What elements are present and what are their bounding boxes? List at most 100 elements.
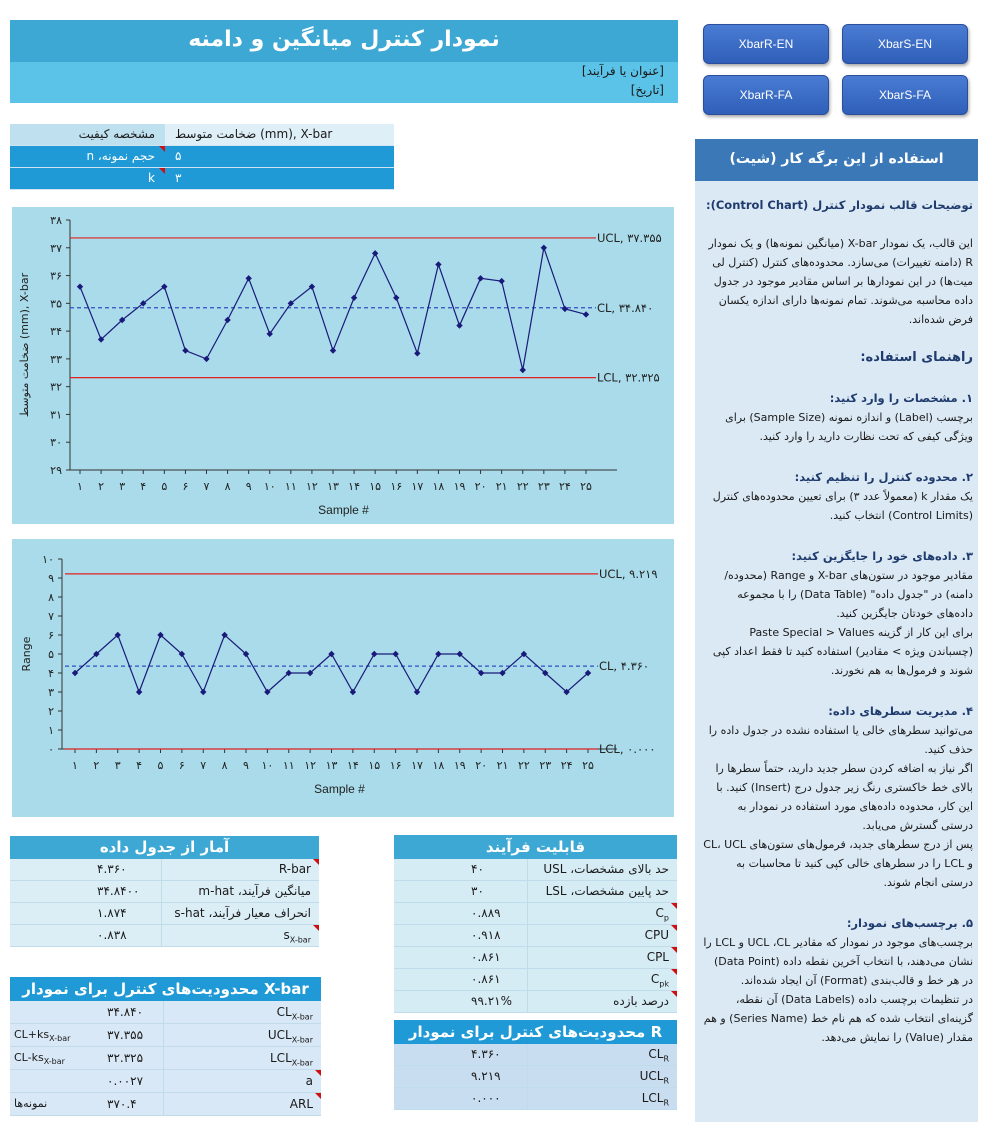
table-row: درصد بازده ۹۹.۲۱%	[394, 991, 677, 1013]
step-title: ۴. مدیریت سطرهای داده:	[828, 704, 973, 718]
y-tick-label: ۲	[48, 705, 54, 718]
data-point[interactable]	[203, 355, 210, 363]
x-tick-label: ۱۱	[283, 759, 295, 772]
y-tick-label: ۱۰	[42, 553, 54, 566]
row-value: ۰.۸۶۱	[471, 972, 501, 986]
data-point[interactable]	[540, 244, 548, 251]
data-point[interactable]	[76, 283, 84, 290]
data-point[interactable]	[182, 347, 189, 354]
xbarr-en-button[interactable]: XbarR-EN	[703, 24, 829, 64]
row-label-sub: X-bar	[291, 1035, 313, 1045]
row-label: CLR	[527, 1044, 677, 1065]
cl-label: CL, ۳۴.۸۴۰	[597, 301, 653, 315]
sample-size-input[interactable]: ۵	[165, 146, 394, 167]
y-tick-label: ۱	[48, 724, 54, 737]
xbars-fa-button[interactable]: XbarS-FA	[842, 75, 968, 115]
data-point[interactable]	[245, 275, 252, 282]
cl-label: CL, ۴.۳۶۰	[599, 659, 649, 673]
row-spacer	[394, 1044, 457, 1065]
x-tick-label: ۱۷	[411, 480, 423, 493]
range-chart-svg: ۰۱۲۳۴۵۶۷۸۹۱۰۱ ۲ ۳ ۴ ۵ ۶ ۷ ۸ ۹ ۱۰ ۱۱ ۱۲ ۱۳ ۱۴ ۱۵ ۱۶ ۱۷ ۱۸ ۱…	[20, 553, 658, 796]
data-point[interactable]	[414, 350, 421, 357]
x-tick-label: ۳	[115, 759, 121, 772]
spec-table: مشخصه کیفیت ضخامت متوسط (mm), X-bar حجم …	[10, 124, 394, 190]
row-spacer	[394, 903, 457, 924]
x-tick-label: ۱۴	[348, 480, 360, 493]
row-label: R-bar	[161, 859, 319, 880]
table-row: LCLR ۰.۰۰۰	[394, 1088, 677, 1110]
xbar-chart[interactable]: ۲۹ ۳۰ ۳۱ ۳۲ ۳۳ ۳۴ ۳۵ ۳۶ ۳۷ ۳۸ ۱ ۲ ۳ ۴ ۵ ۶ ۷ ۸ ۹ ۱۰ ۱۱ ۱۲ ۱۳ ۱۴ ۱…	[12, 207, 674, 524]
lcl-label: LCL, ۰.۰۰۰	[599, 742, 656, 756]
spec-row-k: k ۳	[10, 168, 394, 190]
x-tick-label: ۹	[243, 759, 249, 772]
row-value: ۳۷.۳۵۵	[107, 1028, 144, 1042]
row-note: نمونه‌ها	[10, 1093, 93, 1115]
row-value: ۰.۰۰۲۷	[107, 1074, 144, 1088]
data-point[interactable]	[349, 688, 357, 696]
data-point[interactable]	[435, 261, 442, 268]
data-point[interactable]	[393, 294, 400, 301]
row-value: ۳۷۰.۴	[107, 1097, 137, 1111]
data-point[interactable]	[456, 322, 463, 329]
x-tick-label: ۲۲	[518, 759, 530, 772]
range-chart[interactable]: ۰ ۱ ۲ ۳ ۴ ۵ ۶ ۷ ۸ ۹ ۱۰ ۱ ۲ ۳ ۴ ۵ ۶ ۷ ۸ ۹ ۱۰ ۱۱ ۱۲ ۱۳ ۱۴ ۱۵ ۱۶ ۱۷ ۱۸ ۱…	[12, 539, 674, 817]
xbar-chart-svg: ۲۹۳۰۳۱۳۲۳۳۳۴۳۵۳۶۳۷۳۸۱ ۲ ۳ ۴ ۵ ۶ ۷ ۸ ۹ ۱۰ ۱۱ ۱۲ ۱۳ ۱۴ ۱…	[18, 214, 662, 517]
y-tick-label: ۹	[48, 572, 54, 585]
y-tick-label: ۷	[48, 610, 54, 623]
x-tick-label: ۱۸	[432, 759, 444, 772]
data-point[interactable]	[477, 275, 484, 282]
table-row: CPL ۰.۸۶۱	[394, 947, 677, 969]
xbars-en-button[interactable]: XbarS-EN	[842, 24, 968, 64]
data-point[interactable]	[561, 305, 569, 313]
k-input[interactable]: ۳	[165, 168, 394, 189]
data-point[interactable]	[392, 650, 399, 658]
data-point[interactable]	[224, 316, 231, 324]
spec-quality-input[interactable]: ضخامت متوسط (mm), X-bar	[165, 124, 394, 145]
xbarr-fa-button[interactable]: XbarR-FA	[703, 75, 829, 115]
row-value: ۴.۳۶۰	[97, 862, 127, 876]
row-label-text: درصد بازده	[613, 994, 669, 1008]
table-row: ARL ۳۷۰.۴ نمونه‌ها	[10, 1093, 321, 1116]
row-label: حد پایین مشخصات، LSL	[527, 881, 677, 902]
step-title: ۳. داده‌های خود را جایگزین کنید:	[791, 549, 974, 563]
row-spacer	[394, 969, 457, 990]
row-label-text: a	[305, 1074, 313, 1088]
data-point[interactable]	[582, 311, 590, 318]
x-tick-label: ۱۶	[390, 480, 402, 493]
table-row: a ۰.۰۰۲۷	[10, 1070, 321, 1093]
x-tick-label: ۲۵	[582, 759, 594, 772]
data-point[interactable]	[350, 294, 358, 301]
row-label-sub: R	[663, 1054, 669, 1064]
data-point[interactable]	[371, 250, 379, 257]
x-tick-label: ۱	[77, 480, 83, 493]
data-point[interactable]	[200, 688, 207, 696]
spec-label: k	[10, 168, 165, 189]
x-tick-label: ۱۳	[327, 480, 339, 493]
process-name-field[interactable]: [عنوان یا فرآیند]	[582, 64, 664, 78]
row-value: ۱.۸۷۴	[97, 906, 127, 920]
stats-title: آمار از جدول داده	[10, 836, 319, 859]
x-tick-label: ۱۰	[264, 480, 276, 493]
data-point[interactable]	[371, 650, 378, 658]
row-spacer	[10, 859, 83, 880]
row-label-sub: p	[663, 913, 669, 923]
data-point[interactable]	[498, 277, 505, 285]
data-point[interactable]	[519, 366, 526, 374]
step-text: پس از درج سطرهای جدید، فرمول‌های ستون‌ها…	[703, 838, 973, 889]
row-spacer	[394, 859, 457, 880]
row-label-text: LCL	[641, 1091, 664, 1105]
date-field[interactable]: [تاریخ]	[631, 83, 664, 97]
y-tick-label: ۶	[48, 629, 54, 642]
step-text: یک مقدار k (معمولاً عدد ۳) برای تعیین مح…	[712, 490, 973, 522]
x-axis-label: Sample #	[314, 782, 365, 796]
row-label: CPU	[527, 925, 677, 946]
y-axis-label: ضخامت متوسط (mm), X-bar	[18, 272, 31, 417]
x-tick-label: ۱۷	[411, 759, 423, 772]
table-row: CLX-bar ۳۴.۸۴۰	[10, 1001, 321, 1024]
data-point[interactable]	[435, 650, 442, 658]
y-axis-label: Range	[20, 636, 33, 671]
data-point[interactable]	[329, 347, 337, 354]
stats-table: آمار از جدول داده R-bar ۴.۳۶۰ میانگین فرآی…	[10, 836, 319, 947]
data-point[interactable]	[135, 688, 143, 696]
data-point[interactable]	[413, 688, 421, 696]
